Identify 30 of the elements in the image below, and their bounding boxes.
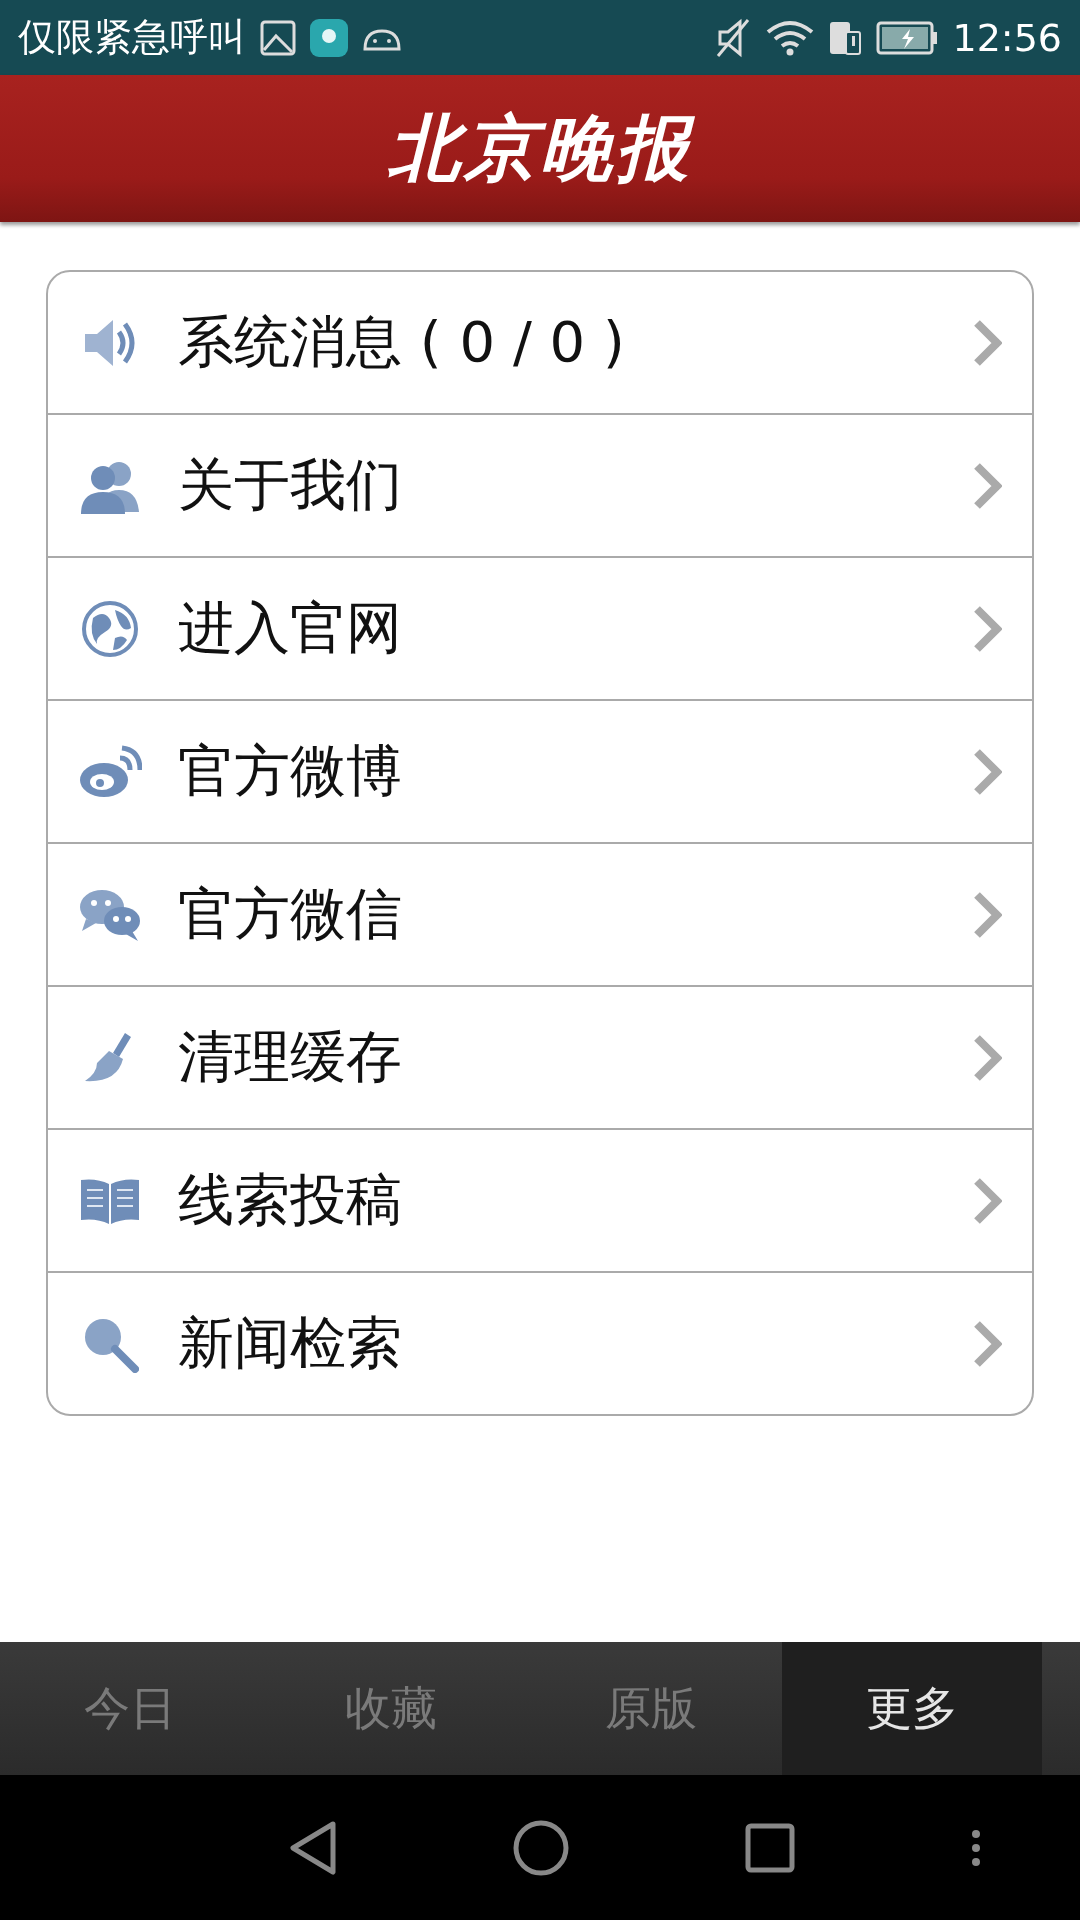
menu-item[interactable]: 系统消息 ( 0 / 0 )	[48, 272, 1032, 413]
menu-item[interactable]: 官方微信	[48, 842, 1032, 985]
globe-icon	[81, 599, 139, 658]
chevron-icon	[972, 461, 1002, 510]
app-icon	[310, 18, 348, 57]
menu-item[interactable]: 进入官网	[48, 556, 1032, 699]
home-icon[interactable]	[513, 1819, 570, 1876]
image-icon	[260, 19, 296, 56]
menu-item[interactable]: 新闻检索	[48, 1271, 1032, 1414]
menu-item[interactable]: 线索投稿	[48, 1128, 1032, 1271]
chevron-icon	[972, 890, 1002, 939]
clock-text: 12:56	[952, 15, 1062, 60]
sim-icon	[828, 19, 863, 56]
chevron-icon	[972, 1033, 1002, 1082]
menu-item[interactable]: 清理缓存	[48, 985, 1032, 1128]
chevron-icon	[972, 1319, 1002, 1368]
chevron-icon	[972, 604, 1002, 653]
tab[interactable]: 更多	[781, 1642, 1042, 1775]
menu-item[interactable]: 关于我们	[48, 413, 1032, 556]
weibo-icon	[78, 743, 142, 800]
chevron-icon	[972, 1176, 1002, 1225]
wifi-icon	[766, 19, 815, 56]
chevron-icon	[972, 318, 1002, 367]
recents-icon[interactable]	[744, 1822, 795, 1873]
chevron-icon	[972, 747, 1002, 796]
more-icon[interactable]	[970, 1827, 983, 1868]
back-icon[interactable]	[287, 1819, 338, 1876]
menu-item[interactable]: 官方微博	[48, 699, 1032, 842]
status-text: 仅限紧急呼叫	[18, 14, 246, 61]
battery-icon	[876, 20, 939, 55]
